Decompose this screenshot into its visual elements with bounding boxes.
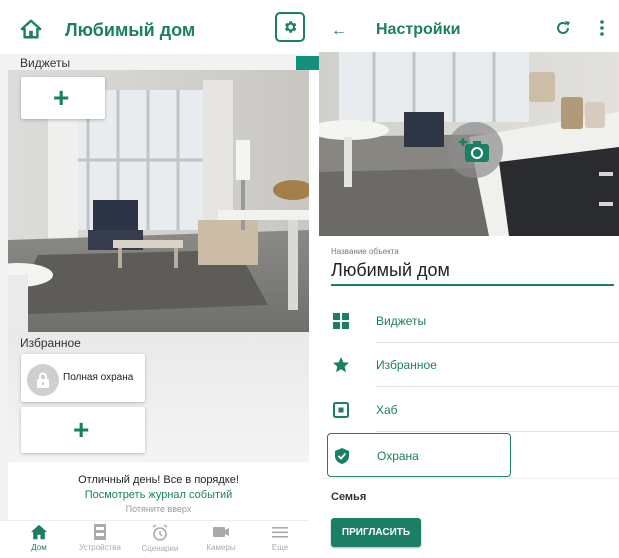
home-outline-icon[interactable] (20, 18, 42, 40)
home-header: Любимый дом (0, 0, 309, 54)
home-icon (31, 524, 47, 540)
status-message: Отличный день! Все в порядке! (78, 474, 239, 486)
invite-button[interactable]: ПРИГЛАСИТЬ (331, 518, 421, 547)
lock-icon (27, 364, 59, 396)
home-screen: Любимый дом Виджеты + Избранное Полная о… (0, 0, 309, 558)
settings-item-widgets[interactable]: Виджеты (319, 299, 619, 343)
add-photo-camera-icon (459, 138, 489, 162)
object-name-input[interactable]: Любимый дом (331, 260, 614, 286)
back-arrow-icon[interactable]: ← (331, 22, 347, 40)
bottom-tab-bar: Дом Устройства Сценарии Камеры Еще (0, 520, 309, 558)
tab-devices[interactable]: Устройства (71, 524, 129, 552)
more-vertical-icon[interactable] (599, 20, 605, 36)
widgets-section-label: Виджеты (20, 56, 71, 70)
favorite-card-label: Полная охрана (63, 372, 134, 383)
settings-item-favorites[interactable]: Избранное (319, 343, 619, 387)
tab-cameras[interactable]: Камеры (192, 524, 250, 552)
divider (376, 431, 619, 432)
gear-icon (285, 21, 297, 33)
change-photo-button[interactable] (447, 122, 503, 178)
add-widget-button[interactable]: + (21, 77, 105, 119)
divider (376, 386, 619, 387)
plus-icon: + (53, 82, 70, 113)
menu-icon (272, 527, 288, 538)
plus-icon: + (73, 414, 90, 445)
status-panel: Отличный день! Все в порядке! Посмотреть… (8, 462, 309, 520)
tab-more[interactable]: Еще (251, 524, 309, 552)
settings-button[interactable] (275, 12, 305, 42)
settings-item-security[interactable]: Охрана (327, 433, 511, 477)
favorites-section-label: Избранное (20, 336, 81, 350)
alarm-clock-icon (152, 524, 168, 541)
app-comparison: Любимый дом Виджеты + Избранное Полная о… (0, 0, 619, 558)
tab-scenarios[interactable]: Сценарии (131, 524, 189, 553)
settings-item-hub[interactable]: Хаб (319, 388, 619, 432)
events-log-link[interactable]: Посмотреть журнал событий (8, 489, 309, 501)
section-divider (319, 478, 619, 479)
object-name-label: Название объекта (331, 247, 399, 256)
favorite-card-full-security[interactable]: Полная охрана (21, 354, 145, 402)
family-section-label: Семья (331, 491, 367, 503)
add-favorite-button[interactable]: + (21, 407, 145, 453)
settings-screen: ← Настройки Название объекта Любимый дом… (319, 0, 619, 558)
tab-home[interactable]: Дом (10, 524, 68, 552)
camera-icon (213, 527, 229, 537)
devices-icon (94, 524, 106, 540)
refresh-icon[interactable] (555, 20, 571, 36)
home-title: Любимый дом (65, 20, 196, 40)
hub-icon (333, 402, 349, 418)
settings-header: ← Настройки (319, 0, 619, 52)
widgets-grid-icon (333, 313, 349, 329)
settings-title: Настройки (376, 21, 461, 38)
pull-up-hint: Потяните вверх (125, 504, 192, 514)
shield-check-icon (335, 448, 349, 464)
star-icon (333, 357, 349, 373)
